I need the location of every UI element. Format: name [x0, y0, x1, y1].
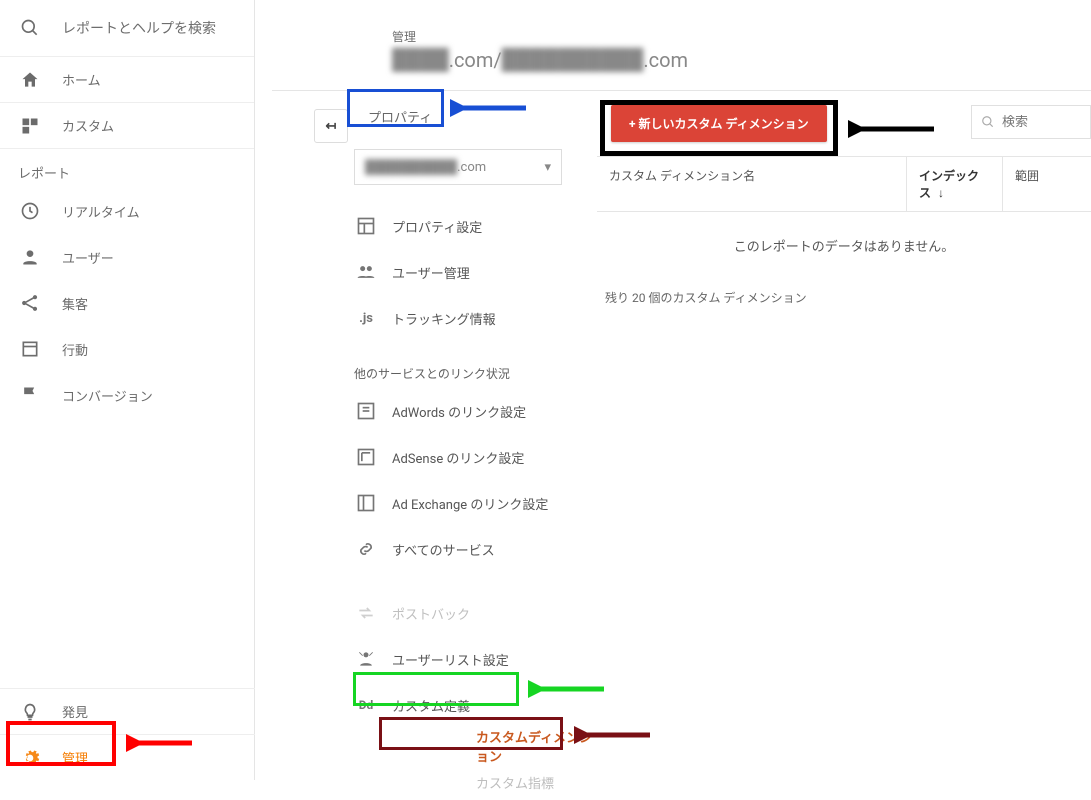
breadcrumb-account: ████ .com / ██████████ .com: [392, 47, 1091, 72]
grid-icon: [18, 114, 42, 138]
search-icon: [980, 114, 996, 130]
prop-audience-label: ユーザーリスト設定: [392, 650, 509, 669]
prop-tracking-label: トラッキング情報: [392, 309, 496, 328]
nav-conversion-label: コンバージョン: [62, 386, 153, 405]
property-selector[interactable]: ██████████ .com ▾: [354, 149, 562, 185]
prop-customdef-label: カスタム定義: [392, 696, 470, 715]
col-name[interactable]: カスタム ディメンション名: [597, 157, 907, 211]
people-icon: [354, 260, 378, 284]
left-nav: レポートとヘルプを検索 ホーム カスタム レポート リアルタイム ユーザー 集客…: [0, 0, 255, 780]
adsense-icon: [354, 445, 378, 469]
prop-audience[interactable]: ユーザーリスト設定: [354, 636, 597, 682]
nav-home[interactable]: ホーム: [0, 56, 254, 102]
person-icon: [18, 245, 42, 269]
prop-tracking[interactable]: .js トラッキング情報: [354, 295, 597, 341]
lightbulb-icon: [18, 700, 42, 724]
nav-custom-label: カスタム: [62, 116, 114, 135]
col-scope[interactable]: 範囲: [1003, 157, 1091, 211]
flag-icon: [18, 383, 42, 407]
property-column: ↤ プロパティ ██████████ .com ▾ プロパティ設定 ユーザー管理: [272, 91, 597, 800]
nav-custom[interactable]: カスタム: [0, 102, 254, 148]
new-custom-dimension-button[interactable]: + 新しいカスタム ディメンション: [611, 105, 827, 142]
blurred-text: ████: [392, 47, 449, 72]
table-search[interactable]: [971, 105, 1091, 139]
nav-discover[interactable]: 発見: [0, 688, 255, 734]
adwords-icon: [354, 399, 378, 423]
back-arrow-icon: ↤: [326, 119, 337, 134]
page-icon: [18, 337, 42, 361]
postback-icon: [354, 601, 378, 625]
sub-custom-dimension[interactable]: カスタムディメンション: [476, 728, 597, 764]
remaining-count: 残り 20 個のカスタム ディメンション: [605, 289, 1091, 306]
prop-all-services[interactable]: すべてのサービス: [354, 526, 597, 572]
home-icon: [18, 68, 42, 92]
prop-adwords[interactable]: AdWords のリンク設定: [354, 388, 597, 434]
nav-home-label: ホーム: [62, 70, 101, 89]
col-index[interactable]: インデックス ↓: [907, 157, 1003, 211]
main-area: 管理 ████ .com / ██████████ .com ↤ プロパティ █…: [272, 0, 1091, 780]
nav-acquire-label: 集客: [62, 294, 88, 313]
layout-icon: [354, 214, 378, 238]
nav-user-label: ユーザー: [62, 248, 114, 267]
nav-acquire[interactable]: 集客: [0, 280, 254, 326]
prop-adsense-label: AdSense のリンク設定: [392, 448, 524, 467]
gear-icon: [18, 746, 42, 770]
nav-realtime[interactable]: リアルタイム: [0, 188, 254, 234]
content-row: ↤ プロパティ ██████████ .com ▾ プロパティ設定 ユーザー管理: [272, 90, 1091, 800]
prop-settings-label: プロパティ設定: [392, 217, 482, 236]
prop-adexchange-label: Ad Exchange のリンク設定: [392, 494, 548, 513]
audience-icon: [354, 647, 378, 671]
breadcrumb-sep: /: [493, 48, 501, 72]
prop-adwords-label: AdWords のリンク設定: [392, 402, 526, 421]
sub-cm-label: カスタム指標: [476, 773, 554, 792]
prop-adsense[interactable]: AdSense のリンク設定: [354, 434, 597, 480]
sort-arrow-icon: ↓: [938, 186, 944, 200]
nav-reports-label: レポート: [0, 148, 254, 188]
nav-conversion[interactable]: コンバージョン: [0, 372, 254, 418]
sub-custom-metric[interactable]: カスタム指標: [476, 764, 597, 800]
prop-all-label: すべてのサービス: [392, 540, 495, 559]
table-empty-message: このレポートのデータはありません。: [597, 212, 1091, 279]
prop-group-links: 他のサービスとのリンク状況: [354, 365, 597, 382]
adexchange-icon: [354, 491, 378, 515]
prop-settings[interactable]: プロパティ設定: [354, 203, 597, 249]
breadcrumb-admin: 管理: [392, 28, 1091, 45]
nav-discover-label: 発見: [62, 702, 88, 721]
sub-cd-label: カスタムディメンション: [476, 727, 597, 765]
prop-user-mgmt-label: ユーザー管理: [392, 263, 470, 282]
prop-customdef[interactable]: Dd カスタム定義: [354, 682, 597, 728]
prop-user-mgmt[interactable]: ユーザー管理: [354, 249, 597, 295]
dd-icon: Dd: [354, 693, 378, 717]
custom-dimension-table: カスタム ディメンション名 インデックス ↓ 範囲 このレポートのデータはありま…: [597, 156, 1091, 279]
nav-admin-label: 管理: [62, 748, 88, 767]
caret-down-icon: ▾: [544, 160, 551, 175]
clock-icon: [18, 199, 42, 223]
nav-behavior-label: 行動: [62, 340, 88, 359]
table-search-input[interactable]: [1002, 115, 1082, 130]
blurred-text: ██████████: [365, 159, 457, 175]
link-icon: [354, 537, 378, 561]
main-column: + 新しいカスタム ディメンション カスタム ディメンション名 インデックス ↓…: [597, 91, 1091, 800]
back-button[interactable]: ↤: [314, 109, 348, 143]
property-suffix: .com: [457, 160, 486, 175]
nav-search[interactable]: レポートとヘルプを検索: [0, 0, 254, 56]
nav-realtime-label: リアルタイム: [62, 202, 140, 221]
property-header: プロパティ: [354, 101, 446, 131]
domain2: .com: [643, 48, 688, 72]
js-icon: .js: [354, 306, 378, 330]
prop-adexchange[interactable]: Ad Exchange のリンク設定: [354, 480, 597, 526]
nav-search-label: レポートとヘルプを検索: [62, 18, 216, 38]
col-index-label: インデックス: [919, 169, 979, 200]
nav-admin[interactable]: 管理: [0, 734, 255, 780]
blurred-text: ██████████: [502, 47, 644, 72]
nav-user[interactable]: ユーザー: [0, 234, 254, 280]
prop-postback[interactable]: ポストバック: [354, 590, 597, 636]
share-icon: [18, 291, 42, 315]
domain1: .com: [449, 48, 494, 72]
nav-behavior[interactable]: 行動: [0, 326, 254, 372]
table-header: カスタム ディメンション名 インデックス ↓ 範囲: [597, 157, 1091, 212]
search-icon: [18, 16, 42, 40]
property-menu: プロパティ設定 ユーザー管理 .js トラッキング情報: [354, 203, 597, 341]
prop-postback-label: ポストバック: [392, 604, 470, 623]
